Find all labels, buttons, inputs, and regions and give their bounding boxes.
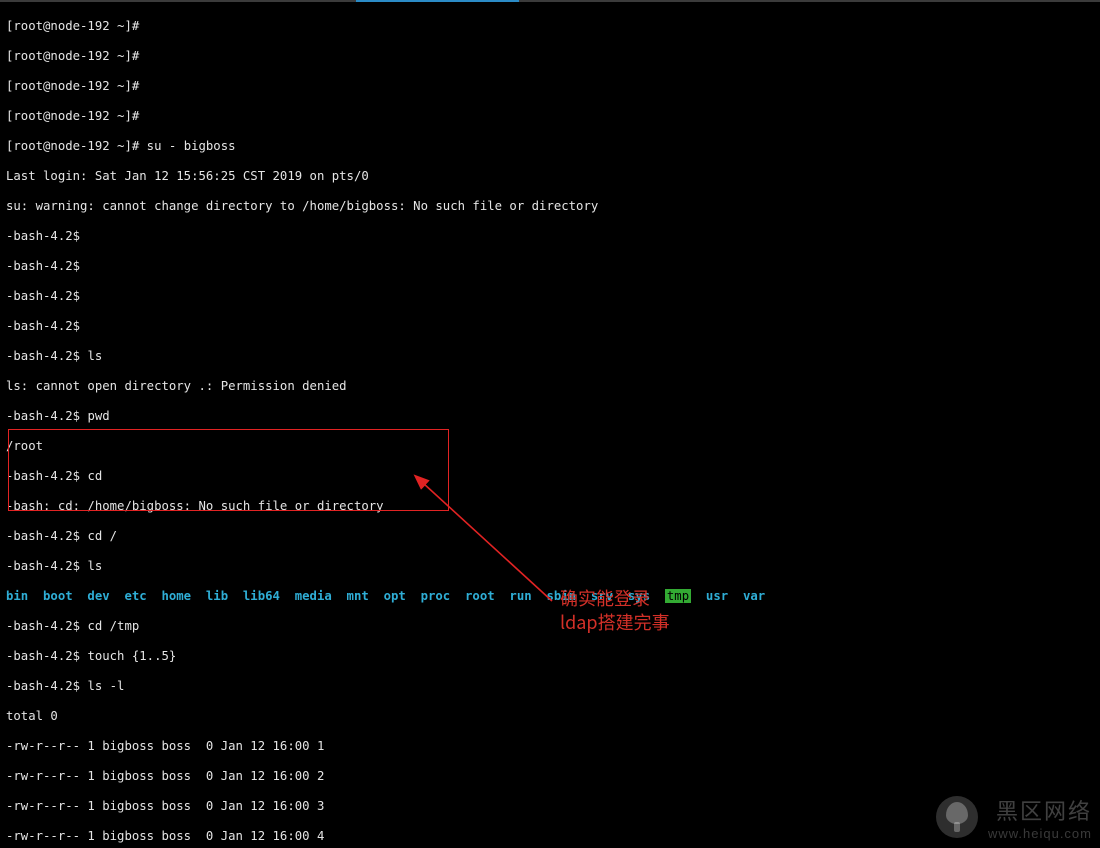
prompt-bash: -bash-4.2$ xyxy=(6,319,87,333)
output-line: su: warning: cannot change directory to … xyxy=(6,199,1094,214)
output-line: /root xyxy=(6,439,1094,454)
prompt-root: [root@node-192 ~]# xyxy=(6,19,147,33)
output-line: ls: cannot open directory .: Permission … xyxy=(6,379,1094,394)
prompt-bash: -bash-4.2$ xyxy=(6,229,87,243)
prompt-root: [root@node-192 ~]# xyxy=(6,49,147,63)
terminal-window[interactable]: [root@node-192 ~]# [root@node-192 ~]# [r… xyxy=(0,0,1100,848)
cmd: cd xyxy=(87,469,102,483)
annotation-line: 确实能登录 xyxy=(560,586,670,610)
prompt-root: [root@node-192 ~]# xyxy=(6,139,147,153)
cmd: ls -l xyxy=(87,679,124,693)
ls-root-dirs: bin boot dev etc home lib lib64 media mn… xyxy=(6,589,1094,604)
prompt-bash: -bash-4.2$ xyxy=(6,649,87,663)
prompt-bash: -bash-4.2$ xyxy=(6,259,87,273)
prompt-bash: -bash-4.2$ xyxy=(6,289,87,303)
output-line: -bash: cd: /home/bigboss: No such file o… xyxy=(6,499,1094,514)
prompt-bash: -bash-4.2$ xyxy=(6,559,87,573)
terminal-output[interactable]: [root@node-192 ~]# [root@node-192 ~]# [r… xyxy=(6,4,1094,848)
prompt-root: [root@node-192 ~]# xyxy=(6,109,147,123)
output-line: total 0 xyxy=(6,709,1094,724)
output-line: Last login: Sat Jan 12 15:56:25 CST 2019… xyxy=(6,169,1094,184)
prompt-bash: -bash-4.2$ xyxy=(6,409,87,423)
cmd: touch {1..5} xyxy=(87,649,176,663)
cmd: cd /tmp xyxy=(87,619,139,633)
file-row: -rw-r--r-- 1 bigboss boss 0 Jan 12 16:00… xyxy=(6,769,1094,784)
file-row: -rw-r--r-- 1 bigboss boss 0 Jan 12 16:00… xyxy=(6,739,1094,754)
window-tab-strip xyxy=(0,0,1100,2)
cmd: cd / xyxy=(87,529,117,543)
dir-list: usr var xyxy=(691,589,765,603)
cmd: ls xyxy=(87,349,102,363)
cmd: pwd xyxy=(87,409,109,423)
cmd: su - bigboss xyxy=(147,139,236,153)
annotation-text: 确实能登录 ldap搭建完事 xyxy=(560,586,670,634)
file-row: -rw-r--r-- 1 bigboss boss 0 Jan 12 16:00… xyxy=(6,799,1094,814)
prompt-bash: -bash-4.2$ xyxy=(6,679,87,693)
prompt-bash: -bash-4.2$ xyxy=(6,349,87,363)
annotation-line: ldap搭建完事 xyxy=(560,610,670,634)
file-row: -rw-r--r-- 1 bigboss boss 0 Jan 12 16:00… xyxy=(6,829,1094,844)
prompt-bash: -bash-4.2$ xyxy=(6,619,87,633)
prompt-bash: -bash-4.2$ xyxy=(6,469,87,483)
prompt-root: [root@node-192 ~]# xyxy=(6,79,147,93)
cmd: ls xyxy=(87,559,102,573)
prompt-bash: -bash-4.2$ xyxy=(6,529,87,543)
